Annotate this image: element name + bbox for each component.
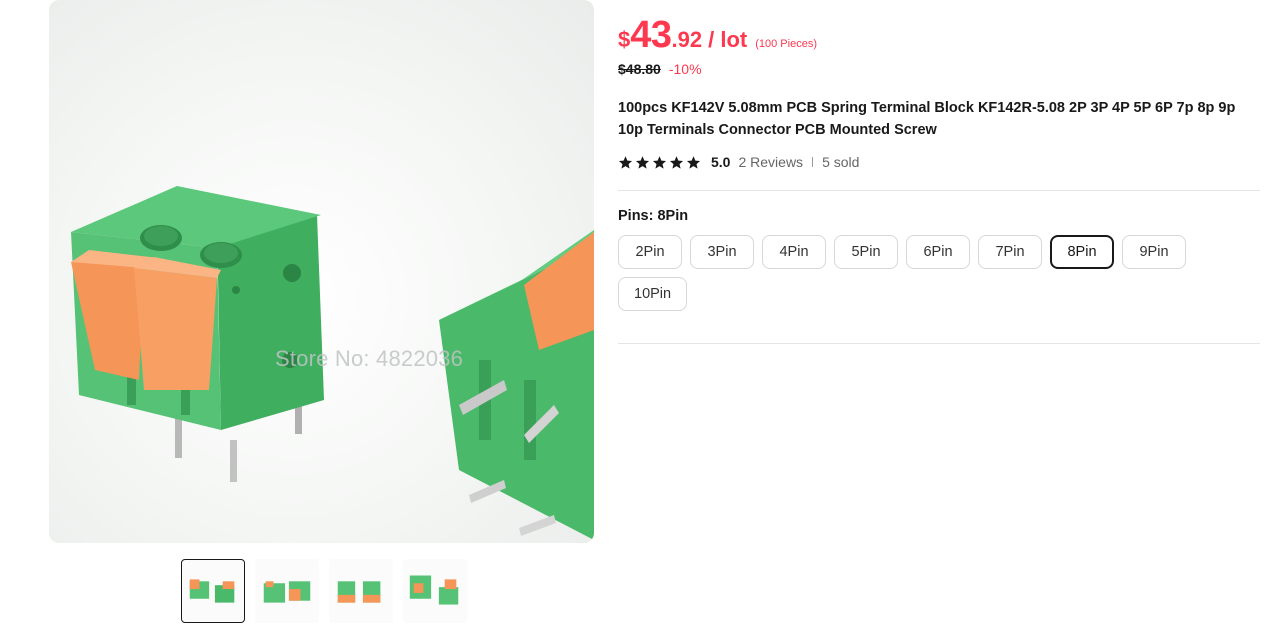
sku-option-9pin[interactable]: 9Pin (1122, 235, 1186, 269)
sku-options: 2Pin 3Pin 4Pin 5Pin 6Pin 7Pin 8Pin 9Pin … (618, 235, 1218, 311)
thumbnail-image (409, 575, 459, 605)
rating-score: 5.0 (711, 154, 731, 170)
original-price: $48.80 (618, 61, 661, 77)
price-lot-note: (100 Pieces) (755, 38, 817, 50)
sku-option-4pin[interactable]: 4Pin (762, 235, 826, 269)
reviews-link[interactable]: 2 Reviews (738, 154, 803, 170)
rating-separator (812, 157, 814, 167)
sku-option-3pin[interactable]: 3Pin (690, 235, 754, 269)
star-icon (652, 155, 667, 169)
price-original-row: $48.80 -10% (618, 61, 702, 77)
thumbnail-strip (181, 559, 467, 623)
product-title: 100pcs KF142V 5.08mm PCB Spring Terminal… (618, 100, 1236, 138)
sold-count: 5 sold (822, 154, 860, 170)
terminal-block-photo (71, 186, 594, 540)
star-icon (669, 155, 684, 169)
star-icon (618, 155, 633, 169)
sku-option-8pin[interactable]: 8Pin (1050, 235, 1114, 269)
thumbnail-1[interactable] (181, 559, 245, 623)
thumbnail-image (189, 579, 235, 603)
store-watermark: Store No: 4822036 (275, 346, 464, 371)
sku-option-10pin[interactable]: 10Pin (618, 277, 688, 311)
divider (618, 190, 1260, 191)
thumbnail-image (263, 581, 311, 603)
price-unit: / lot (708, 27, 748, 52)
thumbnail-4[interactable] (403, 559, 467, 623)
price-currency: $ (618, 27, 631, 52)
rating-row: 5.0 2 Reviews 5 sold (618, 154, 859, 170)
price-decimal: .92 (671, 27, 703, 52)
sku-option-6pin[interactable]: 6Pin (906, 235, 970, 269)
divider (618, 343, 1260, 344)
star-icon (635, 155, 650, 169)
discount-badge: -10% (668, 61, 702, 77)
sku-option-7pin[interactable]: 7Pin (978, 235, 1042, 269)
sku-option-2pin[interactable]: 2Pin (618, 235, 682, 269)
sku-option-5pin[interactable]: 5Pin (834, 235, 898, 269)
price-current: $ 43 .92 / lot (100 Pieces) (618, 14, 817, 57)
thumbnail-image (337, 581, 381, 603)
thumbnail-2[interactable] (255, 559, 319, 623)
thumbnail-3[interactable] (329, 559, 393, 623)
sku-property-title: Pins: 8Pin (618, 208, 689, 224)
price-integer: 43 (630, 14, 672, 56)
star-icon (686, 155, 701, 169)
star-rating (618, 155, 701, 170)
main-product-image[interactable]: Store No: 4822036 (49, 0, 594, 543)
